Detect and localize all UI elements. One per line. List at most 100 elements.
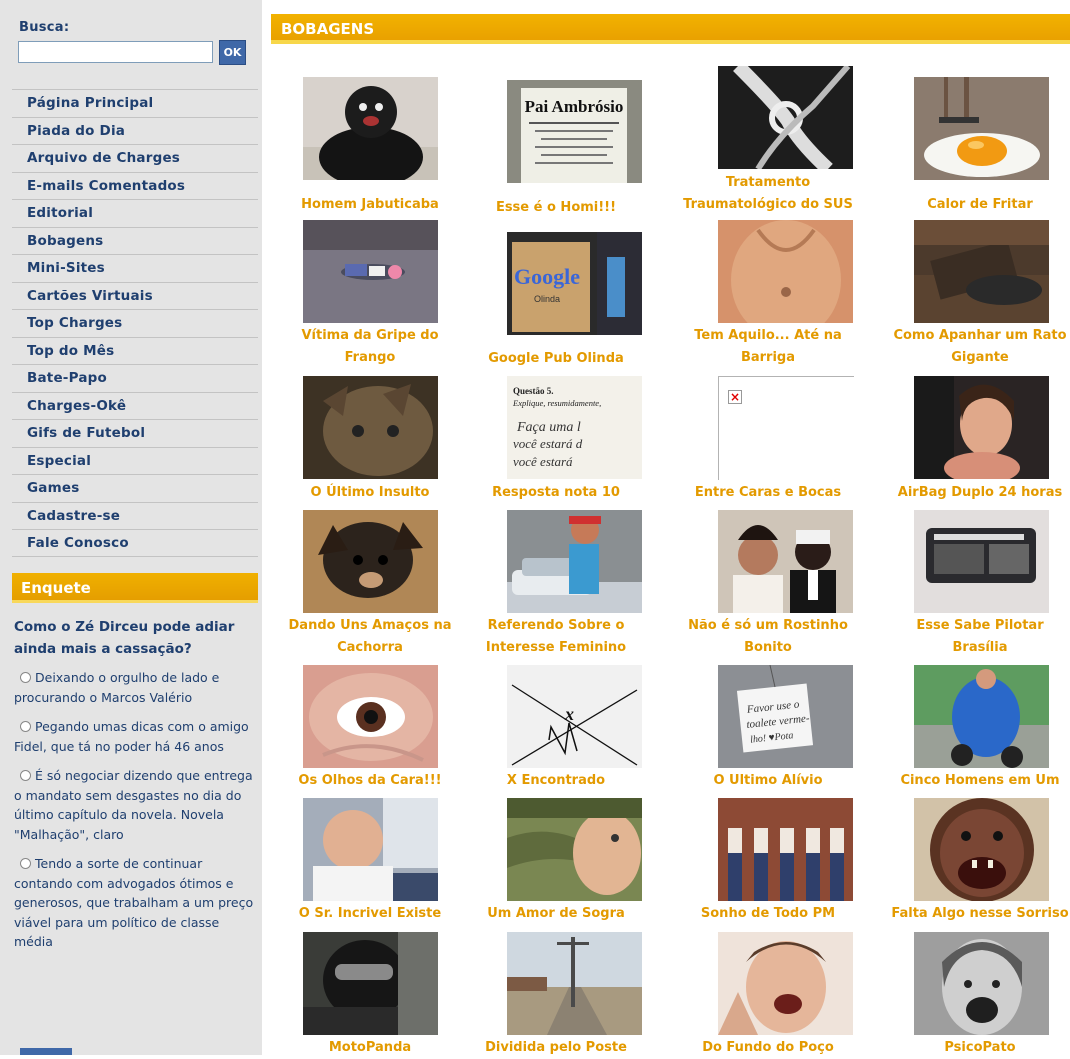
item-caption-link[interactable]: O Sr. Incrivel Existe	[277, 903, 463, 925]
man-in-pain-thumbnail[interactable]	[718, 932, 853, 1035]
item-caption-link[interactable]: AirBag Duplo 24 horas	[887, 482, 1070, 504]
item-caption-link[interactable]: Vítima da Gripe do Frango	[277, 325, 463, 369]
svg-text:você estará: você estará	[513, 454, 573, 469]
svg-text:x: x	[564, 704, 574, 724]
search-ok-button[interactable]: OK	[219, 40, 246, 65]
crocodile-kiss-thumbnail[interactable]	[507, 798, 642, 901]
item-caption-link[interactable]: Dando Uns Amaços na Cachorra	[277, 615, 463, 659]
item-caption-link[interactable]: Sonho de Todo PM	[675, 903, 861, 925]
item-caption-link[interactable]: Google Pub Olinda	[463, 348, 649, 370]
item-caption-link[interactable]: Não é só um Rostinho Bonito	[675, 615, 861, 659]
item-caption-link[interactable]: Referendo Sobre o Interesse Feminino	[463, 615, 649, 659]
sidebar-item-cadastre-se[interactable]: Cadastre-se	[12, 501, 258, 530]
fried-egg-on-ground-thumbnail[interactable]	[914, 77, 1049, 180]
sidebar-item-arquivo-de-charges[interactable]: Arquivo de Charges	[12, 144, 258, 172]
broken-image-icon: ×	[728, 390, 742, 404]
item-caption-link[interactable]: X Encontrado	[463, 770, 649, 792]
helmet-rider-thumbnail[interactable]	[303, 932, 438, 1035]
poll-option[interactable]: Pegando umas dicas com o amigo Fidel, qu…	[14, 717, 254, 756]
person-lying-on-road-thumbnail[interactable]	[303, 220, 438, 323]
item-caption-link[interactable]: Calor de Fritar	[887, 194, 1070, 216]
sidebar-item-top-charges[interactable]: Top Charges	[12, 309, 258, 337]
big-man-on-motorbike-thumbnail[interactable]	[914, 665, 1049, 768]
bald-man-office-thumbnail[interactable]	[303, 798, 438, 901]
item-caption-link[interactable]: Falta Algo nesse Sorriso	[887, 903, 1070, 925]
chihuahua-closeup-thumbnail[interactable]	[303, 510, 438, 613]
section-title: BOBAGENS	[271, 14, 1070, 44]
svg-text:Pai Ambrósio: Pai Ambrósio	[525, 97, 624, 116]
sidebar-item-p-gina-principal[interactable]: Página Principal	[12, 89, 258, 117]
handwritten-exam-answer-thumbnail[interactable]: Questão 5. Explique, resumidamente, Faça u…	[507, 376, 642, 479]
wedding-couple-thumbnail[interactable]	[718, 510, 853, 613]
sidebar-item-especial[interactable]: Especial	[12, 446, 258, 475]
item-caption-link[interactable]: Tratamento Traumatológico do SUS	[675, 172, 861, 216]
radio-button[interactable]	[20, 721, 31, 732]
item-caption-link[interactable]: Cinco Homens em Um	[887, 770, 1070, 792]
black-inflatable-man-thumbnail[interactable]	[303, 77, 438, 180]
man-with-car-thumbnail[interactable]	[507, 510, 642, 613]
svg-text:Questão 5.: Questão 5.	[513, 386, 554, 396]
google-pub-sign-thumbnail[interactable]: Google Olinda	[507, 232, 642, 335]
sidebar-item-editorial[interactable]: Editorial	[12, 199, 258, 227]
item-caption-link[interactable]: Dividida pelo Poste	[463, 1037, 649, 1059]
note-on-wall-thumbnail[interactable]: Favor use o toalete verme-lho! ♥Pota	[718, 665, 853, 768]
svg-text:você estará d: você estará d	[513, 436, 583, 451]
item-caption-link[interactable]: Como Apanhar um Rato Gigante	[887, 325, 1070, 369]
women-against-wall-thumbnail[interactable]	[718, 798, 853, 901]
eye-in-hand-thumbnail[interactable]	[303, 665, 438, 768]
item-caption-link[interactable]: O Último Insulto	[277, 482, 463, 504]
svg-text:Explique, resumidamente,: Explique, resumidamente,	[512, 398, 601, 408]
item-caption-link[interactable]: PsicoPato	[887, 1037, 1070, 1059]
poll-option[interactable]: Tendo a sorte de continuar contando com …	[14, 854, 254, 952]
item-caption-link[interactable]: MotoPanda	[277, 1037, 463, 1059]
item-caption-link[interactable]: Um Amor de Sogra	[463, 903, 649, 925]
sidebar-item-bate-papo[interactable]: Bate-Papo	[12, 364, 258, 392]
radio-button[interactable]	[20, 770, 31, 781]
item-caption-link[interactable]: Esse Sabe Pilotar Brasília	[887, 615, 1070, 659]
poll-option-label: Tendo a sorte de continuar contando com …	[14, 856, 254, 949]
item-caption-link[interactable]: Esse é o Homi!!!	[463, 197, 649, 219]
sidebar-item-mini-sites[interactable]: Mini-Sites	[12, 254, 258, 282]
item-caption-link[interactable]: O Ultimo Alívio	[675, 770, 861, 792]
item-caption-link[interactable]: Homem Jabuticaba	[277, 194, 463, 216]
sidebar-item-gifs-de-futebol[interactable]: Gifs de Futebol	[12, 419, 258, 447]
toothless-smile-thumbnail[interactable]	[914, 798, 1049, 901]
street-with-pole-thumbnail[interactable]	[507, 932, 642, 1035]
sidebar: Busca: OK Página Principal Piada do Dia Ar…	[0, 0, 262, 1055]
sidebar-item-charges-ok-[interactable]: Charges-Okê	[12, 391, 258, 420]
radio-button[interactable]	[20, 858, 31, 869]
sidebar-item-top-do-m-s[interactable]: Top do Mês	[12, 336, 258, 365]
screaming-woman-bw-thumbnail[interactable]	[914, 932, 1049, 1035]
sidebar-item-cart-es-virtuais[interactable]: Cartões Virtuais	[12, 281, 258, 310]
sidebar-item-bobagens[interactable]: Bobagens	[12, 226, 258, 255]
sidebar-item-fale-conosco[interactable]: Fale Conosco	[12, 529, 258, 557]
pink-car-window-thumbnail[interactable]	[914, 510, 1049, 613]
item-caption-link[interactable]: Tem Aquilo... Até na Barriga	[675, 325, 861, 369]
item-caption-link[interactable]: Os Olhos da Cara!!!	[277, 770, 463, 792]
knotted-bone-xray-thumbnail[interactable]	[718, 66, 853, 169]
poll-vote-button[interactable]	[20, 1048, 72, 1055]
pai-ambrosio-sign-thumbnail[interactable]: Pai Ambrósio	[507, 80, 642, 183]
belly-closeup-thumbnail[interactable]	[718, 220, 853, 323]
item-caption-link[interactable]: Do Fundo do Poço	[675, 1037, 861, 1059]
search-label: Busca:	[19, 20, 70, 35]
woman-in-car-thumbnail[interactable]	[914, 376, 1049, 479]
cat-closeup-thumbnail[interactable]	[303, 376, 438, 479]
item-caption-link[interactable]: Resposta nota 10	[463, 482, 649, 504]
radio-button[interactable]	[20, 672, 31, 683]
svg-text:Olinda: Olinda	[534, 294, 560, 304]
poll-option[interactable]: Deixando o orgulho de lado e procurando …	[14, 668, 254, 707]
poll-header: Enquete	[12, 573, 258, 603]
giant-rat-trap-thumbnail[interactable]	[914, 220, 1049, 323]
poll-question: Como o Zé Dirceu pode adiar ainda mais a…	[14, 619, 235, 657]
sidebar-item-e-mails-comentados[interactable]: E-mails Comentados	[12, 171, 258, 200]
poll-option-label: É só negociar dizendo que entrega o mand…	[14, 768, 253, 842]
search-input[interactable]	[18, 41, 213, 63]
poll-option[interactable]: É só negociar dizendo que entrega o mand…	[14, 766, 254, 844]
x-found-math-thumbnail[interactable]: x	[507, 665, 642, 768]
broken-image-thumbnail[interactable]: ×	[718, 376, 854, 480]
sidebar-item-games[interactable]: Games	[12, 474, 258, 502]
sidebar-item-piada-do-dia[interactable]: Piada do Dia	[12, 116, 258, 145]
item-caption-link[interactable]: Entre Caras e Bocas	[675, 482, 861, 504]
svg-text:Faça uma l: Faça uma l	[516, 420, 581, 435]
